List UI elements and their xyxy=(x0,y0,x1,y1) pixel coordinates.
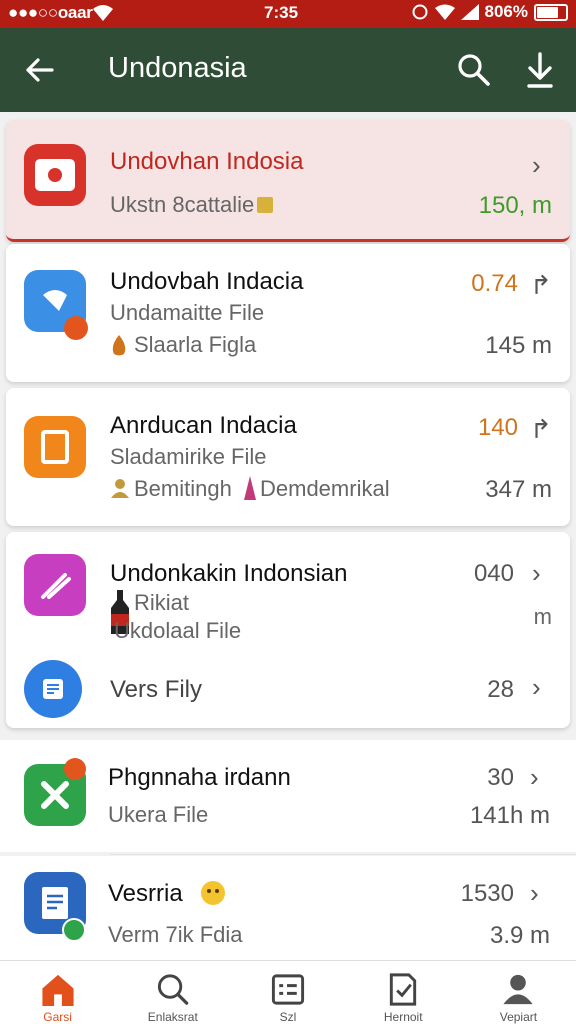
item-subtitle: Verm 7ik Fdia xyxy=(108,922,243,947)
list-item[interactable]: Anrducan Indacia Sladamirike File Bemiti… xyxy=(6,388,570,526)
chevron-right-icon[interactable]: › xyxy=(530,762,539,793)
alarm-icon xyxy=(412,4,428,20)
badge-icon xyxy=(64,316,88,340)
item-size: 150, m xyxy=(478,192,552,219)
nav-label: Enlaksrat xyxy=(147,1010,198,1024)
item-subtitle: Ukera File xyxy=(108,802,209,827)
pin-icon xyxy=(244,476,256,500)
sync-badge-icon xyxy=(62,918,86,942)
search-icon xyxy=(157,974,189,1005)
back-arrow-icon[interactable] xyxy=(22,52,58,88)
item-title: Undovhan Indosia xyxy=(110,148,304,175)
chevron-right-icon[interactable]: › xyxy=(532,672,541,703)
item-title: Vesrria xyxy=(108,880,183,907)
battery-percent: 806% xyxy=(484,2,528,21)
list-item-group[interactable]: Undonkakin Indonsian Rikiat Ukdolaal Fil… xyxy=(6,532,570,728)
item-count: 30 xyxy=(487,764,514,791)
wifi-icon xyxy=(93,5,113,21)
page-title: Undonasia xyxy=(108,52,247,84)
share-arrow-icon[interactable]: ↱ xyxy=(530,414,552,445)
item-count: 1530 xyxy=(460,880,514,907)
person-icon xyxy=(111,479,129,498)
item-title: Undovbah Indacia xyxy=(110,268,304,295)
nav-home[interactable]: Garsi xyxy=(0,961,115,1024)
emoji-icon xyxy=(201,881,225,905)
item-detail: Ukdolaal File xyxy=(114,618,242,643)
item-detail: Bemitingh xyxy=(134,476,232,501)
item-detail-2: Demdemrikal xyxy=(260,476,390,501)
item-subtitle: Rikiat xyxy=(134,590,190,615)
item-size: 347 m xyxy=(485,476,552,503)
file-list: Undovhan Indosia Ukstn 8cattalie › 150, … xyxy=(0,112,576,960)
app-bar: Undonasia xyxy=(0,28,576,112)
item-title: Anrducan Indacia xyxy=(110,412,297,439)
divider xyxy=(110,854,576,855)
nav-label: Vepiart xyxy=(499,1010,538,1024)
bottom-nav: Garsi Enlaksrat Szl Hernoit Vepiart xyxy=(0,960,576,1024)
item-count: 040 xyxy=(473,560,514,587)
nav-list[interactable]: Szl xyxy=(230,961,345,1024)
battery-icon xyxy=(534,3,568,21)
item-count: 140 xyxy=(477,414,518,441)
edit-pen-icon xyxy=(24,554,86,616)
chevron-right-icon[interactable]: › xyxy=(532,558,541,589)
list-item[interactable]: Phgnnaha irdann Ukera File 30 › 141h m xyxy=(0,740,576,852)
list-item[interactable]: Undovhan Indosia Ukstn 8cattalie › 150, … xyxy=(6,120,570,242)
item-unit: m xyxy=(533,604,552,629)
wifi-icon-right xyxy=(434,4,455,20)
item-size: 145 m xyxy=(485,332,552,359)
text-doc-icon xyxy=(24,660,82,718)
nav-report[interactable]: Hernoit xyxy=(346,961,461,1024)
chevron-right-icon[interactable]: › xyxy=(532,150,541,181)
nav-profile[interactable]: Vepiart xyxy=(461,961,576,1024)
flame-icon xyxy=(112,335,126,356)
carrier-signal: ●●●○○oaar xyxy=(8,3,93,22)
item-title-2: Vers Fily xyxy=(110,676,203,703)
list-icon xyxy=(271,974,305,1005)
item-subtitle: Ukstn 8cattalie xyxy=(110,192,255,217)
profile-icon xyxy=(503,974,534,1005)
document-check-icon xyxy=(390,973,417,1006)
item-title: Undonkakin Indonsian xyxy=(110,560,348,587)
item-title: Phgnnaha irdann xyxy=(108,764,291,791)
video-icon xyxy=(24,144,86,206)
status-time: 7:35 xyxy=(264,3,299,22)
nav-label: Garsi xyxy=(43,1010,72,1024)
download-icon[interactable] xyxy=(522,50,558,90)
nav-label: Szl xyxy=(279,1010,297,1024)
home-icon xyxy=(42,974,74,1007)
tag-icon xyxy=(257,197,273,213)
signal-icon xyxy=(460,4,479,20)
nav-search[interactable]: Enlaksrat xyxy=(115,961,230,1024)
chevron-right-icon[interactable]: › xyxy=(530,878,539,909)
list-item[interactable]: Vesrria Verm 7ik Fdia 1530 › 3.9 m xyxy=(0,856,576,960)
nav-label: Hernoit xyxy=(383,1010,423,1024)
item-count: 0.74 xyxy=(471,270,518,297)
item-detail: Slaarla Figla xyxy=(134,332,257,357)
search-icon[interactable] xyxy=(456,52,492,88)
item-size: 3.9 m xyxy=(489,922,550,949)
notification-badge xyxy=(64,758,86,780)
list-item[interactable]: Undovbah Indacia Undamaitte File Slaarla… xyxy=(6,244,570,382)
item-count-2: 28 xyxy=(487,676,514,703)
presentation-icon xyxy=(24,416,86,478)
item-size: 141h m xyxy=(469,802,550,829)
status-bar: ●●●○○oaar 7:35 806% xyxy=(0,0,576,28)
item-subtitle: Undamaitte File xyxy=(110,300,265,325)
item-subtitle: Sladamirike File xyxy=(110,444,267,469)
share-arrow-icon[interactable]: ↱ xyxy=(530,270,552,301)
